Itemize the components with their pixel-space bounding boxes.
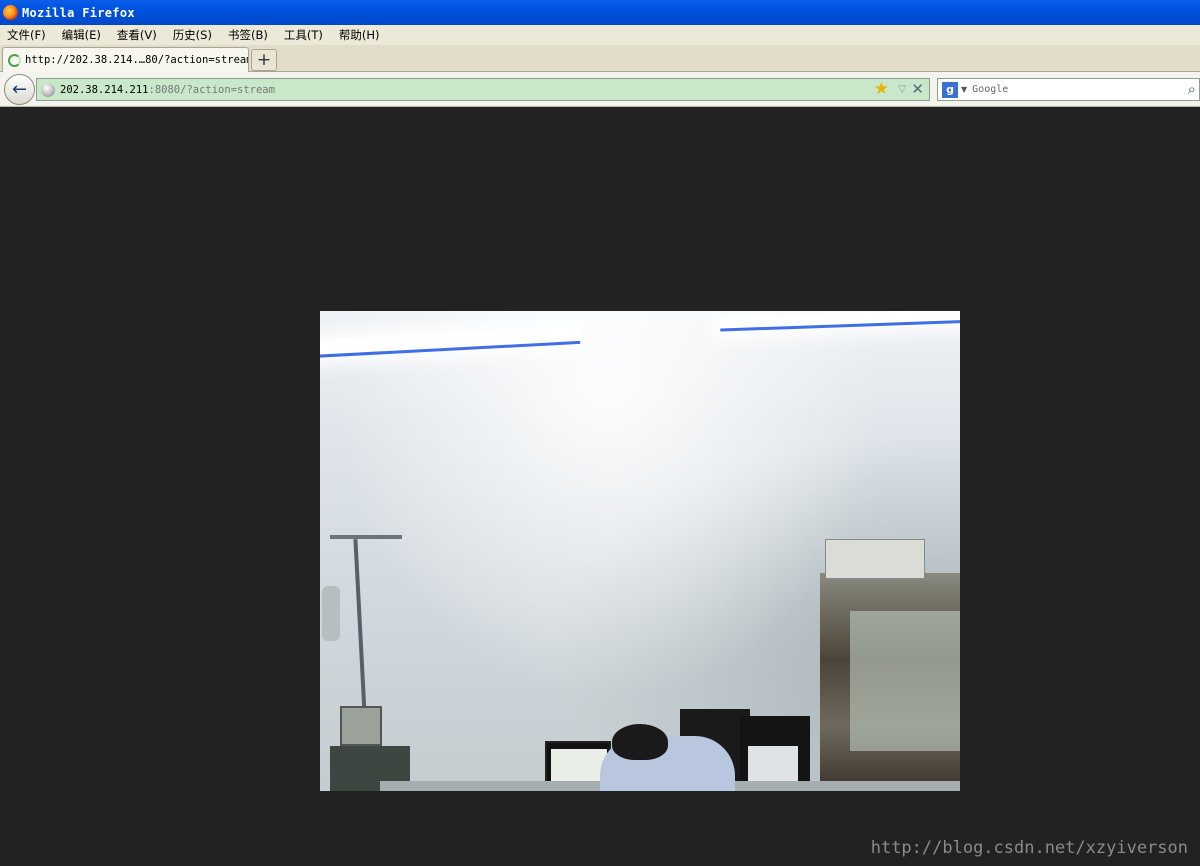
- url-path: :8080/?action=stream: [148, 83, 275, 96]
- menu-history[interactable]: 历史(S): [173, 27, 212, 43]
- firefox-logo-icon: [3, 5, 18, 20]
- loading-spinner-icon: [8, 53, 21, 67]
- printer: [825, 539, 925, 579]
- url-bar[interactable]: 202.38.214.211 :8080/?action=stream ★ ▽ …: [36, 78, 930, 101]
- watermark: http://blog.csdn.net/xzyiverson: [870, 838, 1188, 858]
- back-arrow-icon: ←: [11, 79, 28, 100]
- menu-file[interactable]: 文件(F): [7, 27, 46, 43]
- iv-bag: [322, 586, 340, 641]
- magnifier-icon[interactable]: ⌕: [1188, 80, 1196, 99]
- tab-stream[interactable]: http://202.38.214.…80/?action=stream: [2, 47, 249, 72]
- tab-label: http://202.38.214.…80/?action=stream: [25, 54, 248, 66]
- iv-pole-top: [330, 535, 402, 539]
- webcam-stream-image: [320, 311, 960, 791]
- machine: [340, 706, 382, 746]
- window-titlebar: Mozilla Firefox: [0, 0, 1200, 25]
- search-bar[interactable]: g ▼ Google ⌕: [937, 78, 1200, 101]
- menu-help[interactable]: 帮助(H): [339, 27, 380, 43]
- chevron-down-icon[interactable]: ▼: [961, 85, 967, 94]
- menu-edit[interactable]: 编辑(E): [62, 27, 101, 43]
- search-placeholder: Google: [972, 84, 1009, 95]
- boxes: [850, 611, 960, 751]
- menu-tools[interactable]: 工具(T): [284, 27, 323, 43]
- back-button[interactable]: ←: [4, 74, 35, 105]
- url-host: 202.38.214.211: [60, 83, 149, 96]
- page-content: http://blog.csdn.net/xzyiverson: [0, 108, 1200, 866]
- history-dropdown-icon[interactable]: ▽: [898, 82, 906, 98]
- menu-bookmarks[interactable]: 书签(B): [228, 27, 268, 43]
- globe-icon: [41, 82, 55, 97]
- star-icon[interactable]: ★: [874, 80, 889, 99]
- person-head: [612, 724, 668, 760]
- tab-strip: http://202.38.214.…80/?action=stream +: [0, 45, 1200, 72]
- menu-bar: 文件(F) 编辑(E) 查看(V) 历史(S) 书签(B) 工具(T) 帮助(H…: [0, 25, 1200, 45]
- google-engine-icon[interactable]: g: [942, 81, 958, 98]
- menu-view[interactable]: 查看(V): [117, 27, 157, 43]
- monitor-right: [740, 716, 810, 791]
- window-title: Mozilla Firefox: [22, 5, 135, 20]
- stop-icon[interactable]: ✕: [911, 80, 924, 99]
- new-tab-button[interactable]: +: [251, 49, 277, 71]
- navigation-toolbar: ← 202.38.214.211 :8080/?action=stream ★ …: [0, 72, 1200, 107]
